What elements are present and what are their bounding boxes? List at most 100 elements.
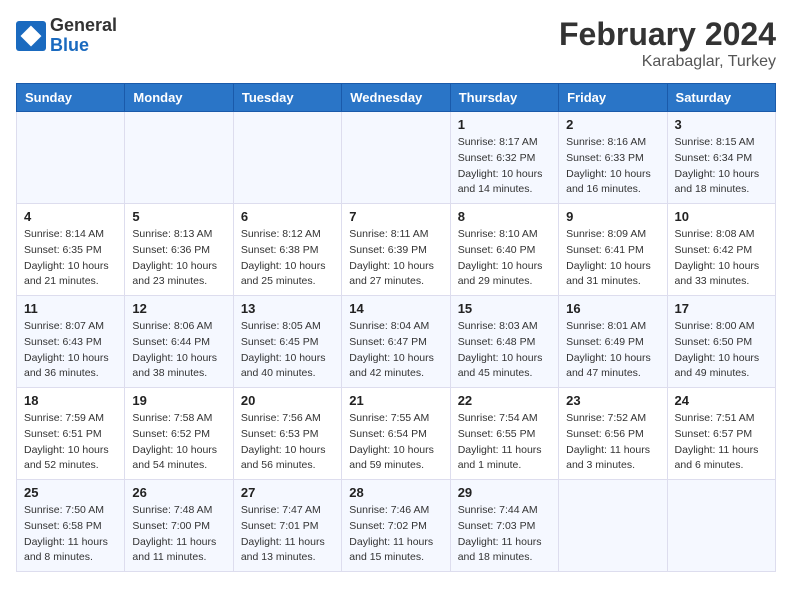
day-info: Sunrise: 8:14 AM Sunset: 6:35 PM Dayligh… xyxy=(24,227,117,290)
calendar-cell xyxy=(667,480,775,572)
day-number: 10 xyxy=(675,209,768,224)
calendar-cell: 21 Sunrise: 7:55 AM Sunset: 6:54 PM Dayli… xyxy=(342,388,450,480)
day-number: 17 xyxy=(675,301,768,316)
week-row-3: 11Sunrise: 8:07 AM Sunset: 6:43 PM Dayli… xyxy=(17,296,776,388)
day-number: 25 xyxy=(24,485,117,500)
title-area: February 2024 Karabaglar, Turkey xyxy=(559,16,776,71)
day-info: Sunrise: 8:17 AM Sunset: 6:32 PM Dayligh… xyxy=(458,135,551,198)
day-info: Sunrise: 8:03 AM Sunset: 6:48 PM Dayligh… xyxy=(458,319,551,382)
day-info: Sunrise: 8:09 AM Sunset: 6:41 PM Dayligh… xyxy=(566,227,659,290)
day-info: Sunrise: 7:51 AM Sunset: 6:57 PM Dayligh… xyxy=(675,411,768,474)
day-number: 4 xyxy=(24,209,117,224)
day-number: 24 xyxy=(675,393,768,408)
day-number: 1 xyxy=(458,117,551,132)
day-number: 15 xyxy=(458,301,551,316)
day-info: Sunrise: 8:06 AM Sunset: 6:44 PM Dayligh… xyxy=(132,319,225,382)
calendar-header: SundayMondayTuesdayWednesdayThursdayFrid… xyxy=(17,84,776,112)
week-row-4: 18 Sunrise: 7:59 AM Sunset: 6:51 PM Dayli… xyxy=(17,388,776,480)
day-number: 6 xyxy=(241,209,334,224)
day-info: Sunrise: 8:13 AM Sunset: 6:36 PM Dayligh… xyxy=(132,227,225,290)
day-info: Sunrise: 7:58 AM Sunset: 6:52 PM Dayligh… xyxy=(132,411,225,474)
calendar-cell: 6 Sunrise: 8:12 AM Sunset: 6:38 PM Daylig… xyxy=(233,204,341,296)
day-info: Sunrise: 8:08 AM Sunset: 6:42 PM Dayligh… xyxy=(675,227,768,290)
day-info: Sunrise: 8:10 AM Sunset: 6:40 PM Dayligh… xyxy=(458,227,551,290)
logo: General Blue xyxy=(16,16,117,56)
calendar-cell xyxy=(17,112,125,204)
header-day-friday: Friday xyxy=(559,84,667,112)
day-info: Sunrise: 8:11 AM Sunset: 6:39 PM Dayligh… xyxy=(349,227,442,290)
header-day-sunday: Sunday xyxy=(17,84,125,112)
week-row-5: 25 Sunrise: 7:50 AM Sunset: 6:58 PM Dayli… xyxy=(17,480,776,572)
header: General Blue February 2024 Karabaglar, T… xyxy=(16,16,776,71)
day-number: 14 xyxy=(349,301,442,316)
calendar-body: 1 Sunrise: 8:17 AM Sunset: 6:32 PM Daylig… xyxy=(17,112,776,572)
day-info: Sunrise: 8:12 AM Sunset: 6:38 PM Dayligh… xyxy=(241,227,334,290)
calendar-cell: 27Sunrise: 7:47 AM Sunset: 7:01 PM Dayli… xyxy=(233,480,341,572)
calendar-cell: 20 Sunrise: 7:56 AM Sunset: 6:53 PM Dayli… xyxy=(233,388,341,480)
calendar-cell: 8Sunrise: 8:10 AM Sunset: 6:40 PM Daylig… xyxy=(450,204,558,296)
sub-title: Karabaglar, Turkey xyxy=(559,53,776,71)
calendar-cell: 7Sunrise: 8:11 AM Sunset: 6:39 PM Daylig… xyxy=(342,204,450,296)
day-number: 16 xyxy=(566,301,659,316)
calendar-cell: 17 Sunrise: 8:00 AM Sunset: 6:50 PM Dayli… xyxy=(667,296,775,388)
day-number: 20 xyxy=(241,393,334,408)
day-info: Sunrise: 8:01 AM Sunset: 6:49 PM Dayligh… xyxy=(566,319,659,382)
day-info: Sunrise: 7:52 AM Sunset: 6:56 PM Dayligh… xyxy=(566,411,659,474)
day-number: 21 xyxy=(349,393,442,408)
header-row: SundayMondayTuesdayWednesdayThursdayFrid… xyxy=(17,84,776,112)
calendar-cell: 3Sunrise: 8:15 AM Sunset: 6:34 PM Daylig… xyxy=(667,112,775,204)
calendar-cell: 19Sunrise: 7:58 AM Sunset: 6:52 PM Dayli… xyxy=(125,388,233,480)
logo-blue: Blue xyxy=(50,36,117,56)
day-info: Sunrise: 7:46 AM Sunset: 7:02 PM Dayligh… xyxy=(349,503,442,566)
day-info: Sunrise: 8:16 AM Sunset: 6:33 PM Dayligh… xyxy=(566,135,659,198)
calendar-cell xyxy=(559,480,667,572)
calendar-cell: 15 Sunrise: 8:03 AM Sunset: 6:48 PM Dayli… xyxy=(450,296,558,388)
day-info: Sunrise: 7:56 AM Sunset: 6:53 PM Dayligh… xyxy=(241,411,334,474)
calendar-cell: 24 Sunrise: 7:51 AM Sunset: 6:57 PM Dayli… xyxy=(667,388,775,480)
week-row-1: 1 Sunrise: 8:17 AM Sunset: 6:32 PM Daylig… xyxy=(17,112,776,204)
day-info: Sunrise: 7:54 AM Sunset: 6:55 PM Dayligh… xyxy=(458,411,551,474)
day-info: Sunrise: 8:00 AM Sunset: 6:50 PM Dayligh… xyxy=(675,319,768,382)
day-info: Sunrise: 7:47 AM Sunset: 7:01 PM Dayligh… xyxy=(241,503,334,566)
calendar-cell: 26Sunrise: 7:48 AM Sunset: 7:00 PM Dayli… xyxy=(125,480,233,572)
day-info: Sunrise: 7:55 AM Sunset: 6:54 PM Dayligh… xyxy=(349,411,442,474)
calendar-cell: 4 Sunrise: 8:14 AM Sunset: 6:35 PM Daylig… xyxy=(17,204,125,296)
calendar-cell: 1 Sunrise: 8:17 AM Sunset: 6:32 PM Daylig… xyxy=(450,112,558,204)
calendar-cell: 11Sunrise: 8:07 AM Sunset: 6:43 PM Dayli… xyxy=(17,296,125,388)
day-number: 18 xyxy=(24,393,117,408)
calendar-cell: 9Sunrise: 8:09 AM Sunset: 6:41 PM Daylig… xyxy=(559,204,667,296)
calendar-cell: 10 Sunrise: 8:08 AM Sunset: 6:42 PM Dayli… xyxy=(667,204,775,296)
calendar-cell: 2 Sunrise: 8:16 AM Sunset: 6:33 PM Daylig… xyxy=(559,112,667,204)
calendar-cell: 13Sunrise: 8:05 AM Sunset: 6:45 PM Dayli… xyxy=(233,296,341,388)
calendar-cell: 16 Sunrise: 8:01 AM Sunset: 6:49 PM Dayli… xyxy=(559,296,667,388)
day-number: 22 xyxy=(458,393,551,408)
day-info: Sunrise: 7:44 AM Sunset: 7:03 PM Dayligh… xyxy=(458,503,551,566)
day-number: 5 xyxy=(132,209,225,224)
day-number: 28 xyxy=(349,485,442,500)
calendar-cell xyxy=(125,112,233,204)
day-info: Sunrise: 7:50 AM Sunset: 6:58 PM Dayligh… xyxy=(24,503,117,566)
header-day-thursday: Thursday xyxy=(450,84,558,112)
calendar-table: SundayMondayTuesdayWednesdayThursdayFrid… xyxy=(16,83,776,572)
calendar-cell: 12 Sunrise: 8:06 AM Sunset: 6:44 PM Dayli… xyxy=(125,296,233,388)
calendar-cell: 5 Sunrise: 8:13 AM Sunset: 6:36 PM Daylig… xyxy=(125,204,233,296)
calendar-cell xyxy=(342,112,450,204)
day-number: 12 xyxy=(132,301,225,316)
day-number: 2 xyxy=(566,117,659,132)
calendar-cell: 22 Sunrise: 7:54 AM Sunset: 6:55 PM Dayli… xyxy=(450,388,558,480)
week-row-2: 4 Sunrise: 8:14 AM Sunset: 6:35 PM Daylig… xyxy=(17,204,776,296)
day-number: 29 xyxy=(458,485,551,500)
day-info: Sunrise: 7:48 AM Sunset: 7:00 PM Dayligh… xyxy=(132,503,225,566)
calendar-cell: 25 Sunrise: 7:50 AM Sunset: 6:58 PM Dayli… xyxy=(17,480,125,572)
calendar-cell: 29 Sunrise: 7:44 AM Sunset: 7:03 PM Dayli… xyxy=(450,480,558,572)
day-info: Sunrise: 8:05 AM Sunset: 6:45 PM Dayligh… xyxy=(241,319,334,382)
header-day-saturday: Saturday xyxy=(667,84,775,112)
day-info: Sunrise: 7:59 AM Sunset: 6:51 PM Dayligh… xyxy=(24,411,117,474)
day-info: Sunrise: 8:04 AM Sunset: 6:47 PM Dayligh… xyxy=(349,319,442,382)
day-number: 23 xyxy=(566,393,659,408)
header-day-monday: Monday xyxy=(125,84,233,112)
calendar-cell: 28 Sunrise: 7:46 AM Sunset: 7:02 PM Dayli… xyxy=(342,480,450,572)
day-number: 3 xyxy=(675,117,768,132)
logo-text: General Blue xyxy=(50,16,117,56)
calendar-cell xyxy=(233,112,341,204)
